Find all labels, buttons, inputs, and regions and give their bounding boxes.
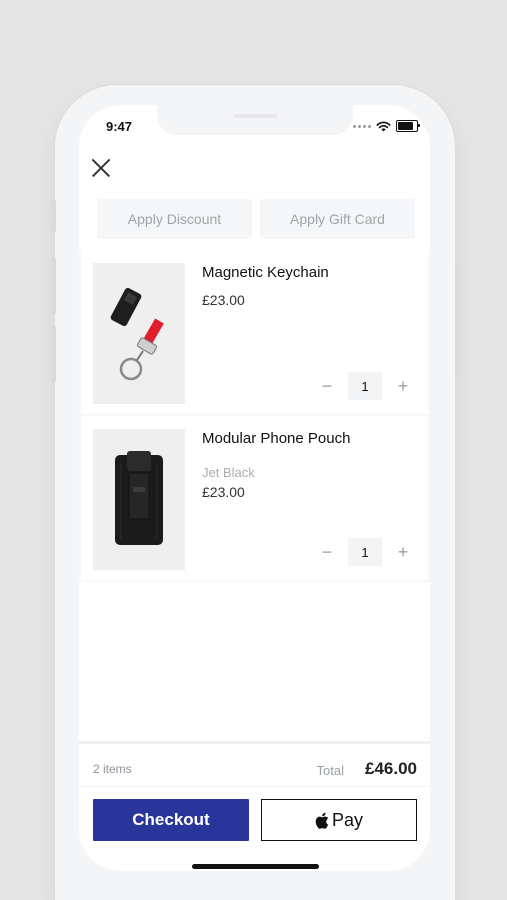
apply-discount-button[interactable]: Apply Discount (97, 199, 252, 239)
product-variant: Jet Black (202, 465, 255, 480)
phone-mute-button (52, 200, 56, 232)
apply-gift-card-button[interactable]: Apply Gift Card (260, 199, 415, 239)
battery-icon (396, 120, 420, 132)
phone-volume-up-button (52, 258, 56, 314)
product-name[interactable]: Modular Phone Pouch (202, 430, 350, 447)
status-icons (353, 120, 420, 132)
total-label: Total (316, 763, 344, 778)
signal-icon (353, 124, 371, 128)
product-name[interactable]: Magnetic Keychain (202, 264, 329, 281)
minus-icon[interactable]: − (318, 377, 336, 395)
apple-logo-icon (315, 812, 329, 829)
wifi-icon (376, 121, 391, 131)
cart-footer: 2 items Total £46.00 Checkout Pay (79, 741, 430, 871)
quantity-stepper: − 1 + (318, 538, 412, 566)
cart-item: Modular Phone Pouch Jet Black £23.00 − 1… (81, 416, 428, 580)
notch (157, 105, 353, 135)
home-indicator (192, 864, 319, 869)
close-icon[interactable] (91, 158, 111, 178)
product-price: £23.00 (202, 484, 245, 500)
product-image-pouch (93, 429, 185, 570)
minus-icon[interactable]: − (318, 543, 336, 561)
checkout-button[interactable]: Checkout (93, 799, 249, 841)
quantity-value[interactable]: 1 (348, 538, 382, 566)
status-time: 9:47 (106, 119, 133, 134)
speaker (233, 114, 277, 118)
cart-item: Magnetic Keychain £23.00 − 1 + (81, 250, 428, 414)
promo-row: Apply Discount Apply Gift Card (97, 199, 415, 239)
apple-pay-button[interactable]: Pay (261, 799, 417, 841)
divider (79, 786, 430, 787)
total-value: £46.00 (365, 759, 417, 778)
phone-power-button (455, 266, 459, 374)
product-price: £23.00 (202, 292, 245, 308)
quantity-value[interactable]: 1 (348, 372, 382, 400)
apple-pay-label: Pay (331, 809, 364, 830)
product-image-keychain (93, 263, 185, 404)
plus-icon[interactable]: + (394, 377, 412, 395)
quantity-stepper: − 1 + (318, 372, 412, 400)
cart-list: Magnetic Keychain £23.00 − 1 + Modular P… (79, 250, 430, 582)
items-count: 2 items (93, 762, 132, 776)
plus-icon[interactable]: + (394, 543, 412, 561)
phone-volume-down-button (52, 326, 56, 382)
screen: 9:47 Apply Discount Apply Gift Card Magn… (79, 105, 430, 871)
